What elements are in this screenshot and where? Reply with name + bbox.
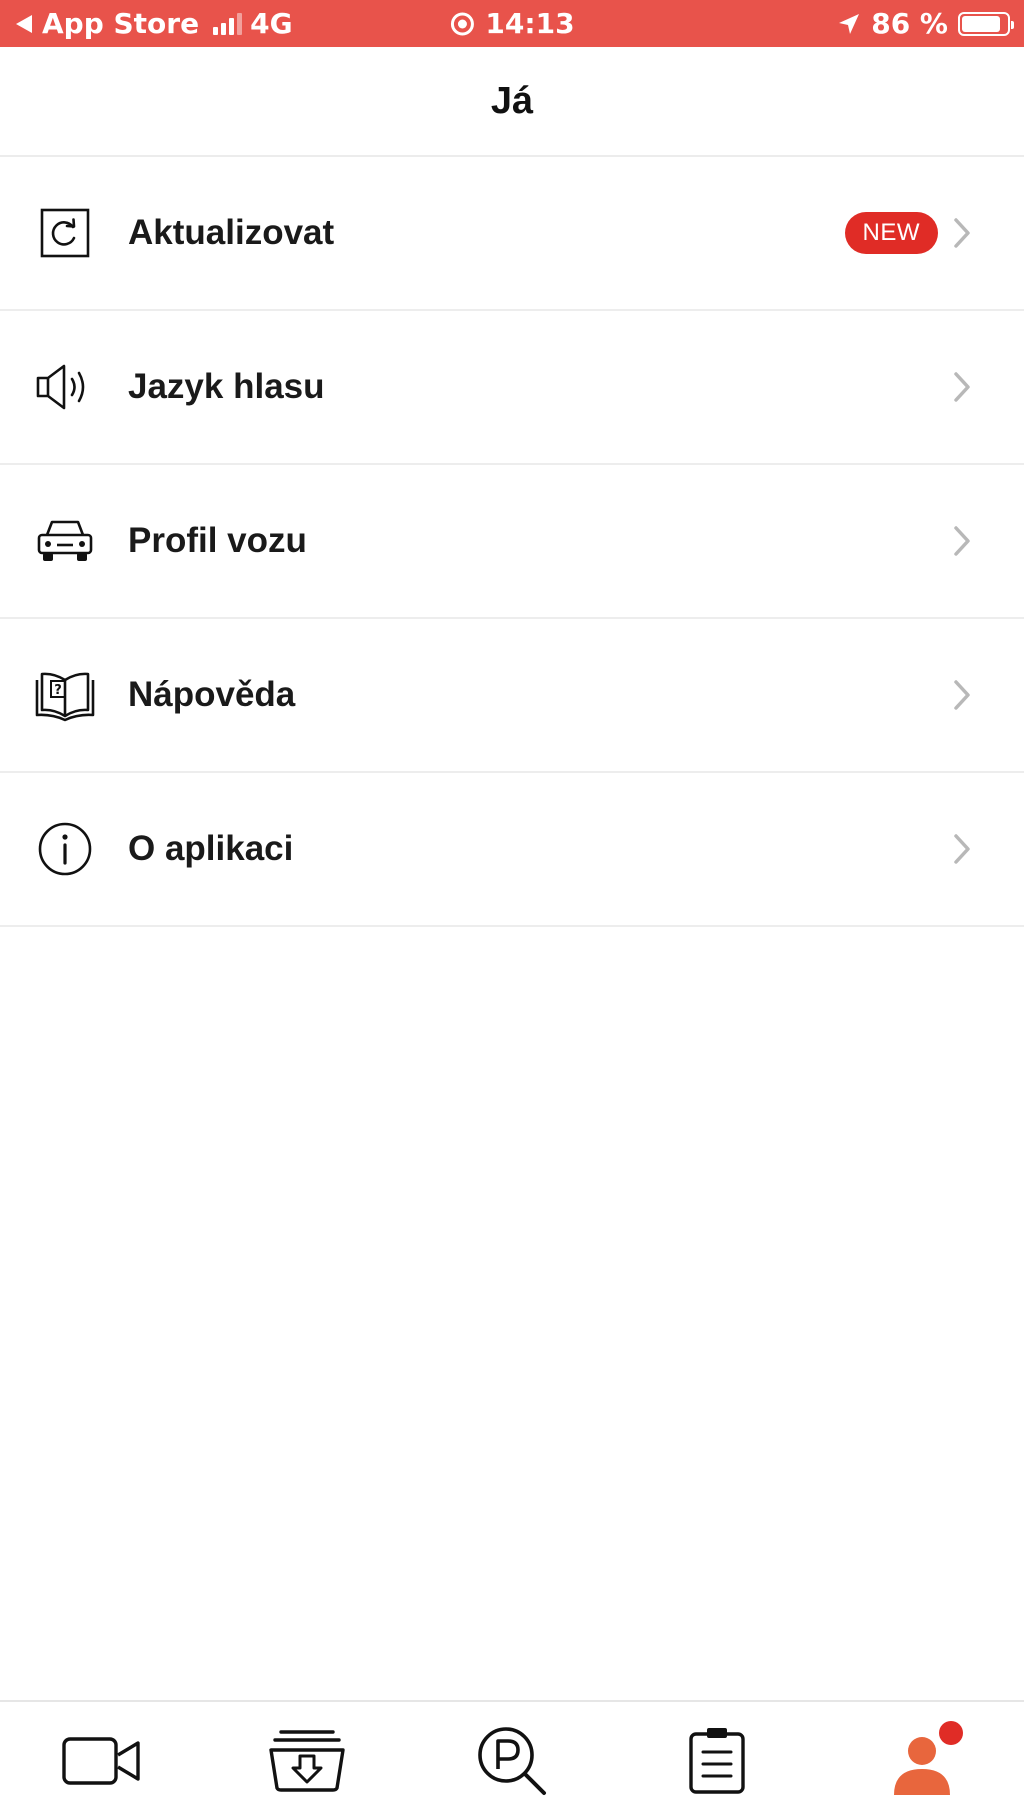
back-app-label: App Store [42, 7, 200, 40]
page-header: Já [0, 47, 1024, 157]
location-lock-icon [450, 12, 474, 35]
chevron-right-icon [948, 675, 976, 715]
battery-icon [958, 11, 1014, 36]
network-label: 4G [250, 7, 293, 40]
menu-item-label: O aplikaci [128, 829, 294, 868]
tab-profile[interactable] [867, 1711, 977, 1811]
menu-item-update[interactable]: Aktualizovat NEW [0, 157, 1024, 311]
download-tray-icon [269, 1730, 345, 1792]
chevron-right-icon [948, 367, 976, 407]
chevron-right-icon [948, 829, 976, 869]
location-arrow-icon [839, 13, 860, 34]
settings-menu: Aktualizovat NEW Jazyk hlasu Profil vozu… [0, 157, 1024, 927]
menu-item-car-profile[interactable]: Profil vozu [0, 465, 1024, 619]
status-right: 86 % [837, 7, 1014, 40]
speaker-icon [34, 356, 96, 418]
menu-item-about[interactable]: O aplikaci [0, 773, 1024, 927]
back-arrow-icon [16, 14, 32, 33]
menu-item-label: Jazyk hlasu [128, 367, 325, 406]
tab-downloads[interactable] [252, 1711, 362, 1811]
info-icon [34, 818, 96, 880]
tab-parking-search[interactable] [457, 1711, 567, 1811]
refresh-icon [34, 202, 96, 264]
battery-percent: 86 % [871, 7, 948, 40]
page-title: Já [490, 79, 534, 122]
menu-item-label: Profil vozu [128, 521, 307, 560]
status-center: 14:13 [449, 7, 575, 40]
tab-clipboard[interactable] [662, 1711, 772, 1811]
tab-recording[interactable] [47, 1711, 157, 1811]
menu-item-help[interactable]: ? Nápověda [0, 619, 1024, 773]
status-time: 14:13 [485, 7, 575, 40]
menu-item-label: Nápověda [128, 675, 296, 714]
new-badge: NEW [844, 212, 938, 254]
car-icon [34, 510, 96, 572]
signal-icon [213, 12, 243, 35]
chevron-right-icon [948, 521, 976, 561]
chevron-right-icon [948, 213, 976, 253]
parking-search-icon [478, 1727, 546, 1795]
bottom-tab-bar [0, 1700, 1024, 1820]
svg-text:?: ? [54, 683, 62, 698]
status-left[interactable]: App Store 4G [14, 7, 293, 40]
battery-fill [962, 15, 1000, 32]
notification-dot [938, 1721, 963, 1745]
video-camera-icon [62, 1737, 141, 1785]
status-bar: App Store 4G 14:13 86 % [0, 0, 1024, 47]
menu-item-voice-language[interactable]: Jazyk hlasu [0, 311, 1024, 465]
clipboard-icon [689, 1728, 745, 1794]
menu-item-label: Aktualizovat [128, 213, 335, 252]
help-book-icon: ? [34, 664, 96, 726]
